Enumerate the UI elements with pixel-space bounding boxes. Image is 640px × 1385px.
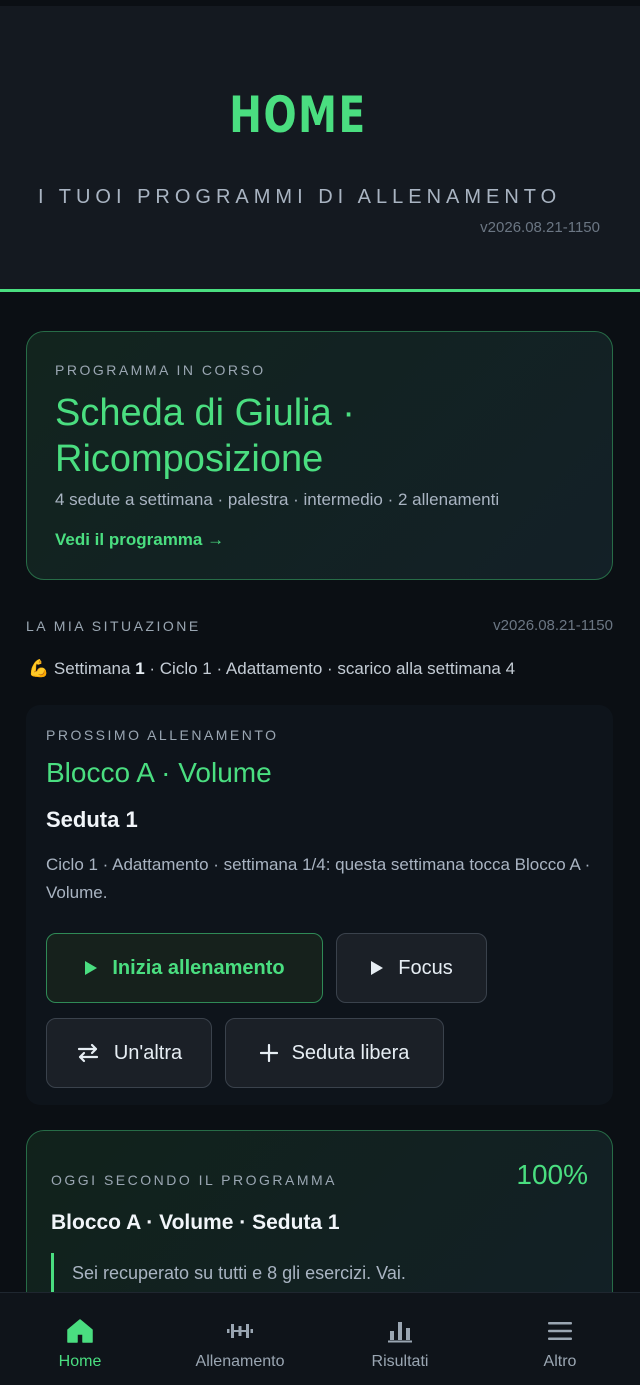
page-subtitle: I TUOI PROGRAMMI DI ALLENAMENTO	[38, 186, 562, 208]
start-workout-button[interactable]: Inizia allenamento	[46, 933, 323, 1003]
free-session-label: Seduta libera	[291, 1041, 410, 1064]
bottom-nav: Home Allenamento Risultati Altro	[0, 1292, 640, 1385]
page-title: HOME	[229, 86, 367, 144]
next-kicker: PROSSIMO ALLENAMENTO	[46, 727, 279, 743]
start-workout-label: Inizia allenamento	[112, 956, 285, 979]
flexed-biceps-icon: 💪	[28, 659, 50, 678]
today-kicker: OGGI SECONDO IL PROGRAMMA	[51, 1172, 338, 1188]
swap-icon	[76, 1043, 100, 1063]
focus-button[interactable]: Focus	[336, 933, 487, 1003]
home-icon	[66, 1317, 94, 1345]
nav-results[interactable]: Risultati	[320, 1293, 480, 1385]
nav-results-label: Risultati	[371, 1353, 429, 1370]
version-label: v2026.08.21-1150	[480, 219, 600, 236]
free-session-button[interactable]: Seduta libera	[225, 1018, 444, 1088]
nav-more[interactable]: Altro	[480, 1293, 640, 1385]
program-name: Scheda di Giulia · Ricomposizione	[55, 392, 355, 480]
situation-version: v2026.08.21-1150	[493, 617, 613, 634]
nav-home[interactable]: Home	[0, 1293, 160, 1385]
view-program-link[interactable]: Vedi il programma →	[55, 530, 224, 550]
plus-icon	[259, 1044, 278, 1062]
today-percent: 100%	[516, 1159, 588, 1190]
next-session-title: Seduta 1	[46, 807, 138, 832]
nav-home-label: Home	[58, 1353, 102, 1370]
next-block-title: Blocco A · Volume	[46, 757, 272, 788]
another-workout-button[interactable]: Un'altra	[46, 1018, 212, 1088]
program-kicker: PROGRAMMA IN CORSO	[55, 362, 266, 378]
play-icon	[370, 960, 384, 976]
next-description: Ciclo 1 · Adattamento · settimana 1/4: q…	[46, 855, 591, 902]
cycle-info: · Ciclo 1 · Adattamento · scarico alla s…	[149, 659, 516, 678]
nav-workout[interactable]: Allenamento	[160, 1293, 320, 1385]
week-number: 1	[135, 659, 145, 678]
bar-chart-icon	[387, 1317, 413, 1345]
nav-more-label: Altro	[543, 1353, 577, 1370]
menu-icon	[547, 1317, 573, 1345]
focus-label: Focus	[398, 956, 453, 979]
nav-workout-label: Allenamento	[195, 1353, 285, 1370]
current-program-card[interactable]: PROGRAMMA IN CORSO Scheda di Giulia · Ri…	[26, 331, 613, 580]
app-header: HOME I TUOI PROGRAMMI DI ALLENAMENTO v20…	[0, 0, 640, 292]
status-line: 💪 Settimana 1 · Ciclo 1 · Adattamento · …	[28, 659, 515, 679]
situation-label: LA MIA SITUAZIONE	[26, 617, 201, 634]
another-label: Un'altra	[113, 1041, 183, 1064]
today-title: Blocco A · Volume · Seduta 1	[51, 1211, 340, 1234]
week-prefix: Settimana	[53, 659, 131, 678]
play-icon	[84, 960, 98, 976]
situation-header: LA MIA SITUAZIONE v2026.08.21-1150	[26, 617, 613, 634]
dumbbell-icon	[226, 1317, 254, 1345]
program-meta: 4 sedute a settimana · palestra · interm…	[55, 490, 500, 509]
